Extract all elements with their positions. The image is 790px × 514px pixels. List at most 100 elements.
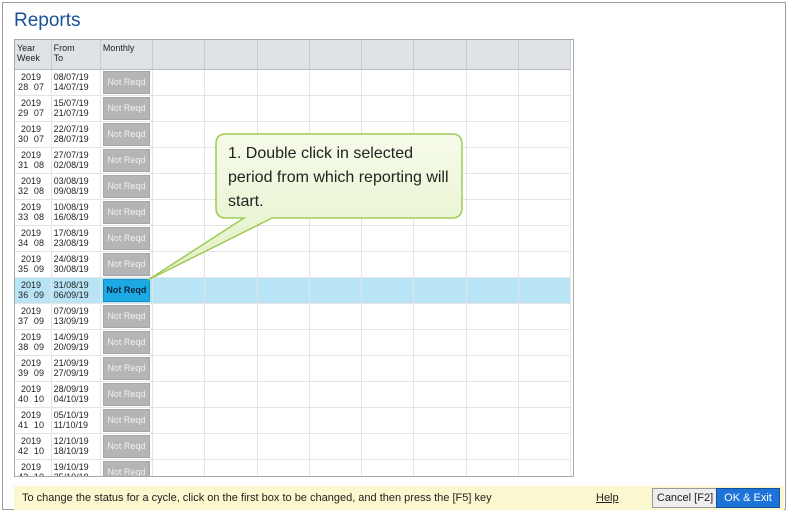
empty-cell[interactable] [152,121,206,148]
empty-cell[interactable] [309,277,363,304]
empty-cell[interactable] [518,433,572,460]
empty-cell[interactable] [309,69,363,96]
empty-cell[interactable] [204,277,258,304]
empty-cell[interactable] [466,95,519,122]
empty-cell[interactable] [518,459,572,476]
monthly-status-cell[interactable]: Not Reqd [100,95,154,122]
empty-cell[interactable] [466,433,519,460]
empty-cell[interactable] [466,277,519,304]
empty-cell[interactable] [361,277,415,304]
empty-cell[interactable] [257,225,310,252]
empty-cell[interactable] [257,381,310,408]
empty-cell[interactable] [518,277,572,304]
table-row[interactable]: 2019 39 09 21/09/19 27/09/19 Not Reqd [15,355,572,382]
empty-cell[interactable] [466,355,519,382]
empty-cell[interactable] [518,147,572,174]
empty-cell[interactable] [466,459,519,476]
empty-cell[interactable] [361,69,415,96]
empty-cell[interactable] [257,251,310,278]
empty-cell[interactable] [518,173,572,200]
empty-cell[interactable] [152,95,206,122]
table-row[interactable]: 2019 34 08 17/08/19 23/08/19 Not Reqd [15,225,572,252]
empty-cell[interactable] [361,381,415,408]
status-box[interactable]: Not Reqd [102,226,150,250]
empty-cell[interactable] [152,355,206,382]
status-box[interactable]: Not Reqd [102,434,150,458]
monthly-status-cell[interactable]: Not Reqd [100,277,154,304]
monthly-status-cell[interactable]: Not Reqd [100,147,154,174]
empty-cell[interactable] [152,407,206,434]
empty-cell[interactable] [361,225,415,252]
empty-cell[interactable] [257,407,310,434]
empty-cell[interactable] [413,381,467,408]
empty-cell[interactable] [309,329,363,356]
empty-cell[interactable] [309,95,363,122]
empty-cell[interactable] [204,433,258,460]
monthly-status-cell[interactable]: Not Reqd [100,329,154,356]
empty-cell[interactable] [204,225,258,252]
empty-cell[interactable] [152,381,206,408]
empty-cell[interactable] [518,95,572,122]
table-row[interactable]: 2019 37 09 07/09/19 13/09/19 Not Reqd [15,303,572,330]
monthly-status-cell[interactable]: Not Reqd [100,173,154,200]
empty-cell[interactable] [309,407,363,434]
table-row[interactable]: 2019 41 10 05/10/19 11/10/19 Not Reqd [15,407,572,434]
empty-cell[interactable] [518,329,572,356]
status-box[interactable]: Not Reqd [102,148,150,172]
empty-cell[interactable] [466,381,519,408]
empty-cell[interactable] [361,433,415,460]
empty-cell[interactable] [309,251,363,278]
table-row[interactable]: 2019 36 09 31/08/19 06/09/19 Not Reqd [15,277,572,304]
empty-cell[interactable] [204,251,258,278]
empty-cell[interactable] [152,251,206,278]
monthly-status-cell[interactable]: Not Reqd [100,355,154,382]
empty-cell[interactable] [413,433,467,460]
status-box[interactable]: Not Reqd [102,252,150,276]
empty-cell[interactable] [152,199,206,226]
empty-cell[interactable] [309,433,363,460]
empty-cell[interactable] [257,95,310,122]
status-box[interactable]: Not Reqd [102,382,150,406]
empty-cell[interactable] [309,303,363,330]
table-row[interactable]: 2019 42 10 12/10/19 18/10/19 Not Reqd [15,433,572,460]
status-box[interactable]: Not Reqd [102,330,150,354]
status-box[interactable]: Not Reqd [102,278,150,302]
empty-cell[interactable] [466,199,519,226]
empty-cell[interactable] [413,277,467,304]
empty-cell[interactable] [518,407,572,434]
empty-cell[interactable] [257,69,310,96]
empty-cell[interactable] [413,355,467,382]
empty-cell[interactable] [309,225,363,252]
empty-cell[interactable] [518,355,572,382]
empty-cell[interactable] [466,121,519,148]
empty-cell[interactable] [413,251,467,278]
table-row[interactable]: 2019 29 07 15/07/19 21/07/19 Not Reqd [15,95,572,122]
empty-cell[interactable] [413,459,467,476]
empty-cell[interactable] [309,355,363,382]
monthly-status-cell[interactable]: Not Reqd [100,225,154,252]
monthly-status-cell[interactable]: Not Reqd [100,459,154,476]
ok-exit-button[interactable]: OK & Exit [716,488,780,508]
status-box[interactable]: Not Reqd [102,460,150,476]
table-row[interactable]: 2019 35 09 24/08/19 30/08/19 Not Reqd [15,251,572,278]
empty-cell[interactable] [518,303,572,330]
empty-cell[interactable] [309,459,363,476]
empty-cell[interactable] [204,329,258,356]
empty-cell[interactable] [518,251,572,278]
empty-cell[interactable] [466,303,519,330]
status-box[interactable]: Not Reqd [102,70,150,94]
empty-cell[interactable] [466,225,519,252]
status-box[interactable]: Not Reqd [102,96,150,120]
empty-cell[interactable] [257,459,310,476]
status-box[interactable]: Not Reqd [102,356,150,380]
table-row[interactable]: 2019 43 10 19/10/19 25/10/19 Not Reqd [15,459,572,476]
empty-cell[interactable] [518,121,572,148]
status-box[interactable]: Not Reqd [102,174,150,198]
empty-cell[interactable] [413,69,467,96]
empty-cell[interactable] [361,459,415,476]
empty-cell[interactable] [257,355,310,382]
monthly-status-cell[interactable]: Not Reqd [100,303,154,330]
empty-cell[interactable] [361,407,415,434]
empty-cell[interactable] [257,303,310,330]
empty-cell[interactable] [309,381,363,408]
